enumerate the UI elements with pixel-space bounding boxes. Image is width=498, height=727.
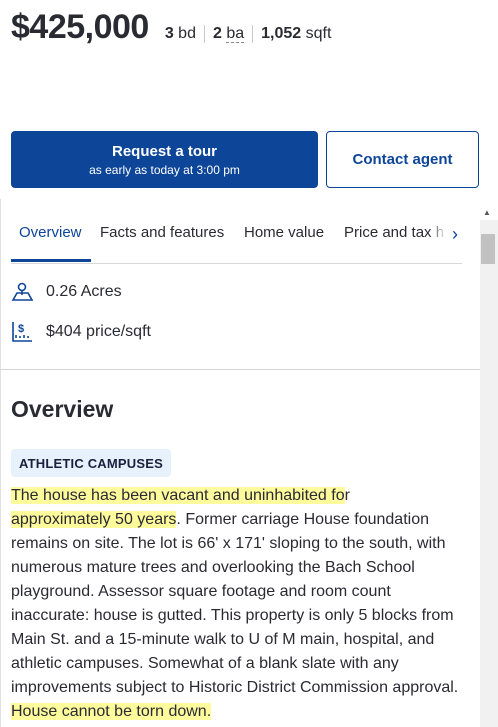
lot-size-value: 0.26 Acres <box>46 283 122 300</box>
section-tabs: Overview Facts and features Home value P… <box>11 206 462 264</box>
scrollbar-track[interactable] <box>480 220 498 727</box>
price-per-sqft-icon: $ <box>12 322 32 342</box>
svg-text:$: $ <box>18 323 24 335</box>
scrollbar-thumb[interactable] <box>481 234 495 264</box>
baths-value: 2 <box>212 25 222 42</box>
lot-size-row: 0.26 Acres <box>11 282 122 302</box>
request-tour-sublabel: as early as today at 3:00 pm <box>89 162 240 177</box>
left-divider <box>0 199 1 727</box>
price-per-sqft-value: $404 price/sqft <box>46 323 151 340</box>
section-divider <box>0 369 480 370</box>
contact-agent-button[interactable]: Contact agent <box>326 131 479 188</box>
beds: 3 bd <box>165 25 204 43</box>
feature-tag: ATHLETIC CAMPUSES <box>11 449 171 477</box>
chevron-right-icon[interactable]: › <box>452 224 458 245</box>
baths[interactable]: 2 ba <box>203 25 252 43</box>
sqft-value: 1,052 <box>261 25 302 42</box>
tab-overview[interactable]: Overview <box>19 224 82 241</box>
request-tour-button[interactable]: Request a tour as early as today at 3:00… <box>11 131 318 188</box>
bed-bath-sqft: 3 bd 2 ba 1,052 sqft <box>165 25 340 43</box>
highlight-2: approximately 50 years <box>11 511 177 528</box>
sqft: 1,052 sqft <box>252 25 339 43</box>
price-row: $425,000 3 bd 2 ba 1,052 sqft <box>11 8 339 47</box>
active-tab-indicator <box>11 259 91 262</box>
listing-price: $425,000 <box>11 8 149 46</box>
beds-unit: bd <box>178 25 196 42</box>
highlight-1: The house has been vacant and uninhabite… <box>11 487 345 504</box>
scroll-up-arrow-icon[interactable]: ▲ <box>483 208 491 217</box>
lot-size-icon <box>11 282 34 301</box>
beds-value: 3 <box>164 25 174 42</box>
desc-part-2: . Former carriage House foundation remai… <box>11 511 459 696</box>
tab-home-value[interactable]: Home value <box>244 224 324 241</box>
price-per-sqft-row: $ $404 price/sqft <box>11 321 151 343</box>
baths-unit[interactable]: ba <box>226 25 245 43</box>
sqft-unit: sqft <box>305 25 332 42</box>
request-tour-label: Request a tour <box>111 142 217 160</box>
overview-heading: Overview <box>11 396 114 422</box>
tab-facts-and-features[interactable]: Facts and features <box>100 224 224 241</box>
desc-part-1: r <box>344 487 350 504</box>
highlight-3: House cannot be torn down. <box>11 703 212 720</box>
listing-description: The house has been vacant and uninhabite… <box>11 484 461 724</box>
